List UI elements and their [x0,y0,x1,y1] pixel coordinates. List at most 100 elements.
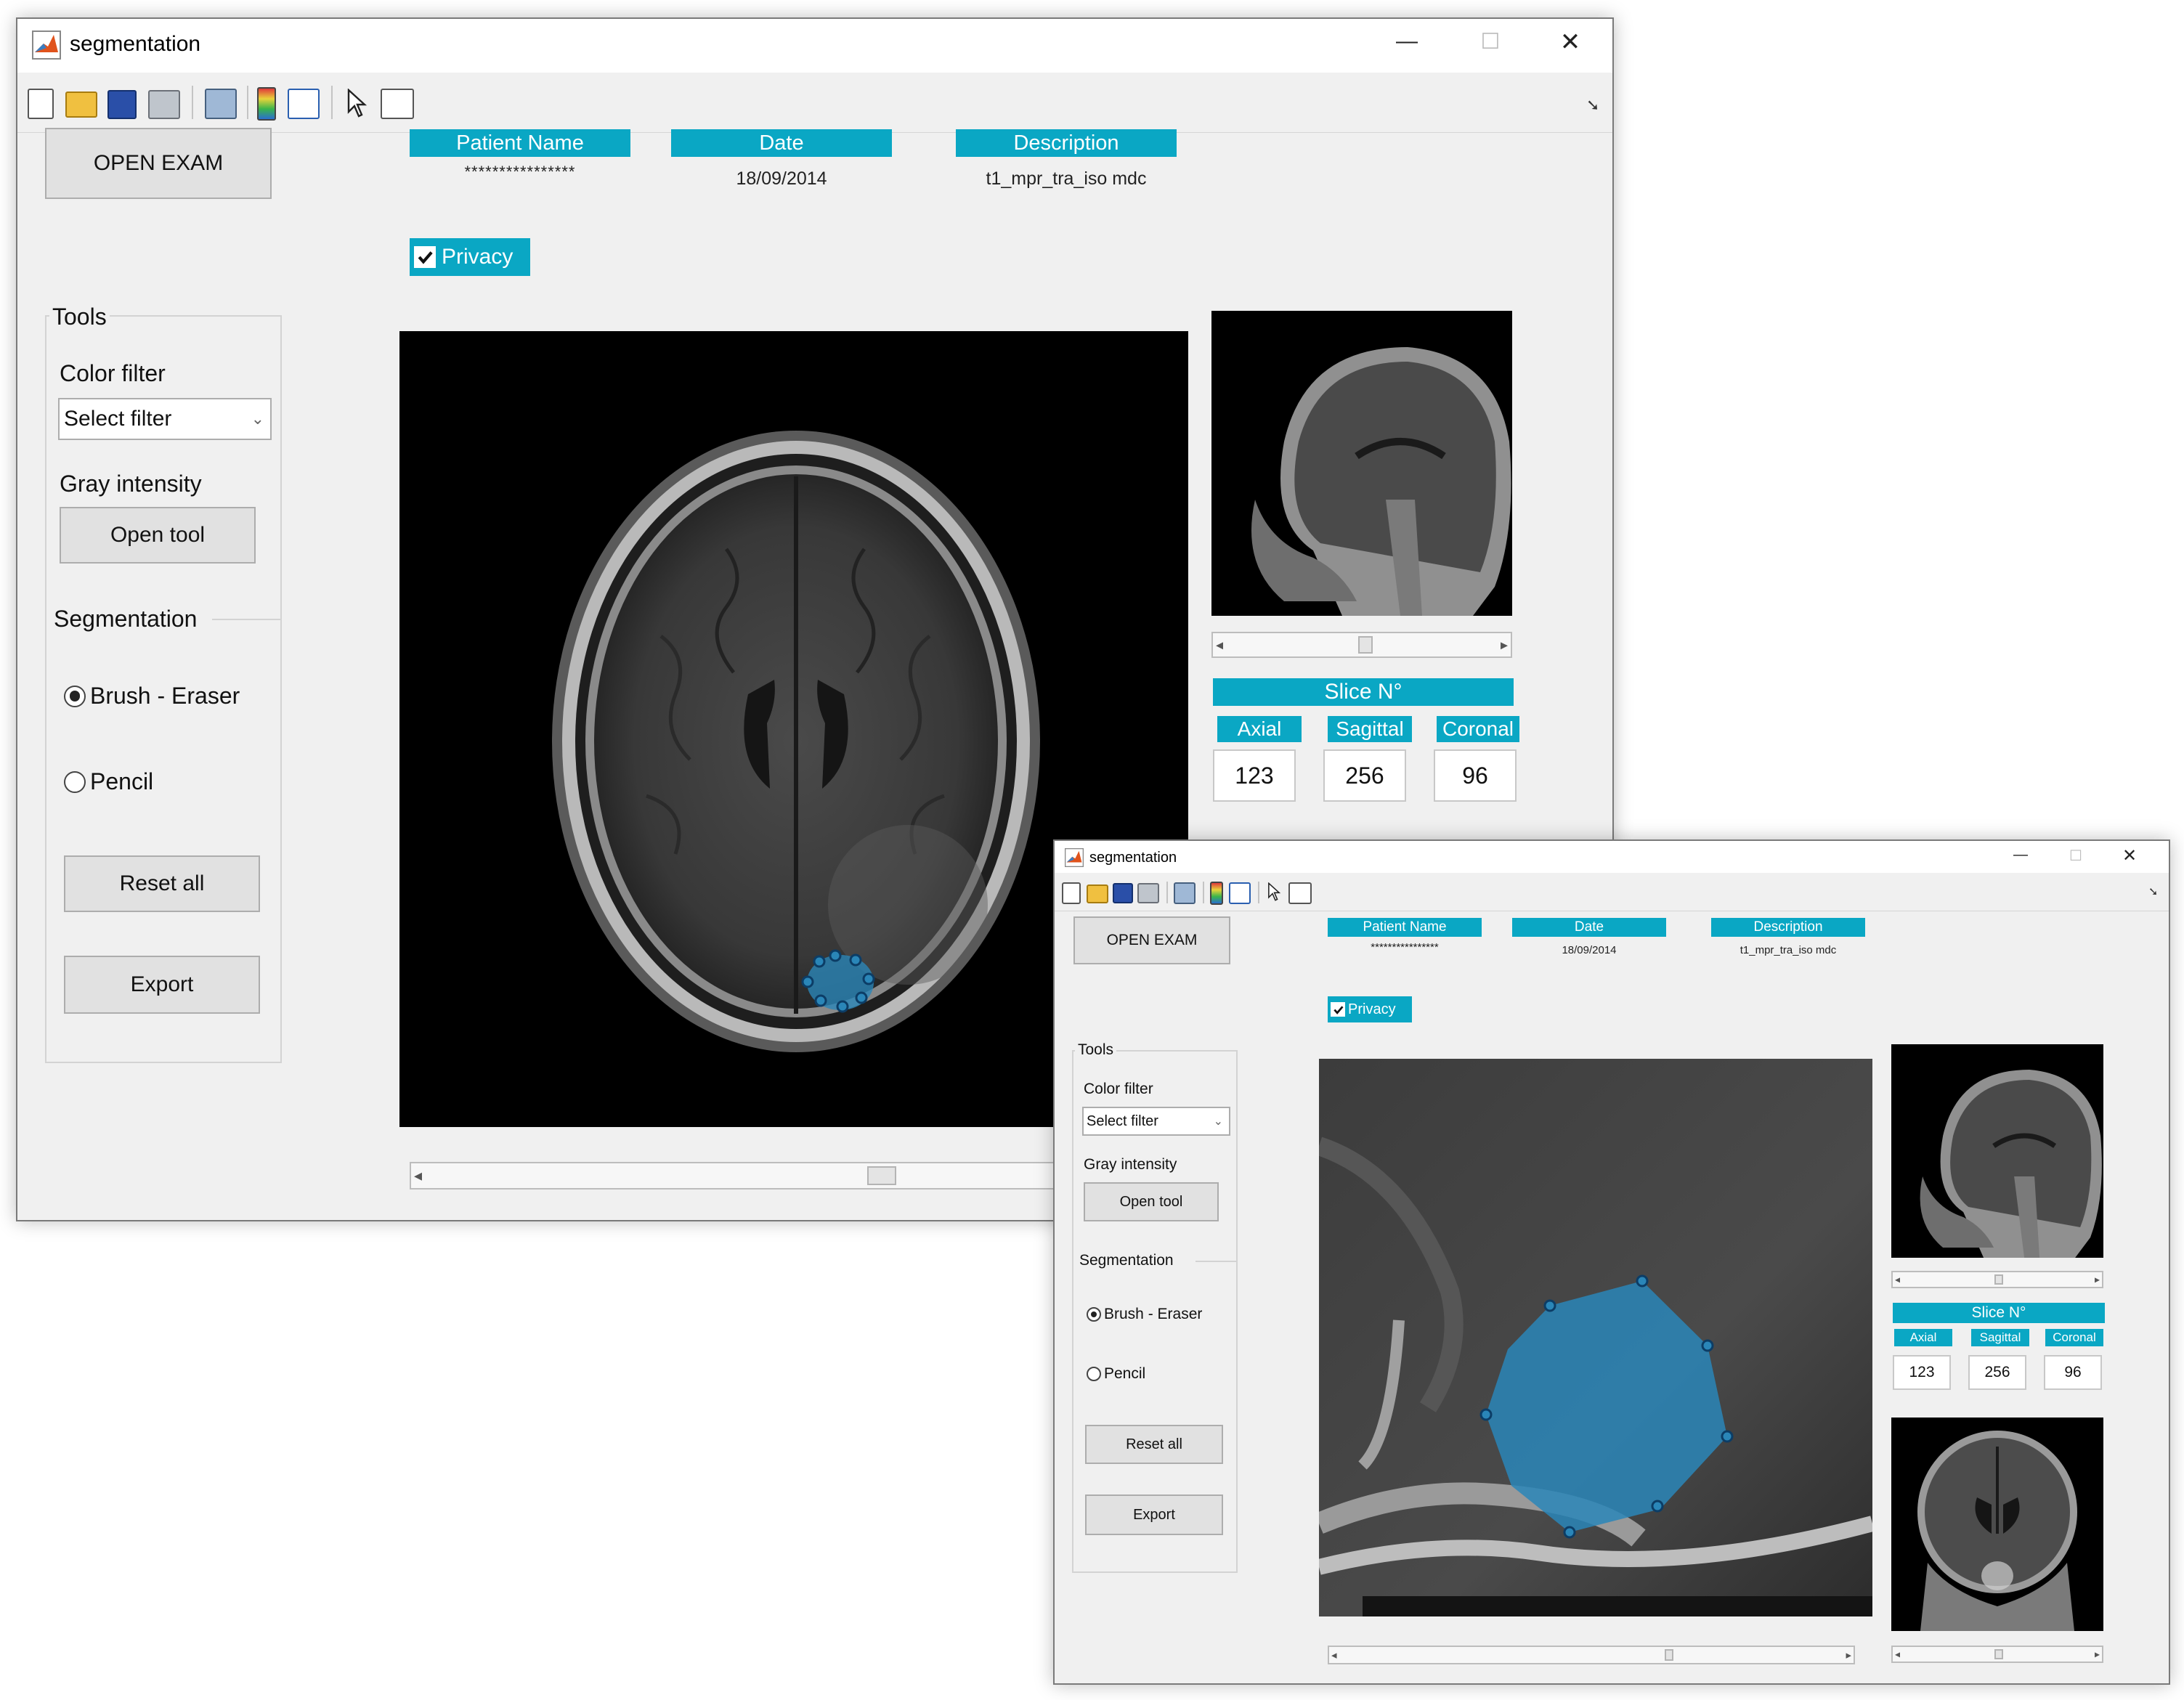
print-preview-icon[interactable] [1174,882,1195,904]
pointer-icon[interactable] [1267,882,1281,901]
open-tool-button[interactable]: Open tool [60,507,256,564]
color-filter-select[interactable]: Select filter ⌄ [58,398,272,440]
property-inspector-icon[interactable] [381,89,414,119]
new-file-icon[interactable] [28,89,54,119]
reset-all-button[interactable]: Reset all [1085,1425,1223,1464]
figure-toolbar: ➘ [1055,873,2169,911]
maximize-button[interactable]: ☐ [1470,29,1511,54]
segmentation-window-zoomed: segmentation — ☐ ✕ ➘ OPEN EXAM Patient N… [1053,839,2170,1685]
description-label: Description [956,129,1177,157]
sagittal-image-view[interactable] [1891,1044,2103,1258]
scroll-right-icon[interactable]: ▸ [1501,636,1508,654]
radio-selected-icon[interactable] [64,685,86,707]
coronal-slice-input[interactable]: 96 [1434,749,1517,802]
figure-toolbar: ➘ [17,73,1612,133]
sagittal-mri-image[interactable] [1211,311,1512,616]
radio-unselected-icon[interactable] [1087,1367,1101,1381]
title-bar[interactable]: segmentation — ☐ ✕ [1055,841,2169,873]
close-button[interactable]: ✕ [1550,28,1591,57]
reset-all-button[interactable]: Reset all [64,855,260,912]
sagittal-image-view[interactable] [1211,311,1512,616]
new-file-icon[interactable] [1062,882,1081,904]
scroll-thumb[interactable] [1994,1649,2003,1659]
colorbar-icon[interactable] [1210,882,1223,905]
sagittal-slice-scrollbar[interactable]: ◂ ▸ [1891,1271,2103,1288]
scroll-right-icon[interactable]: ▸ [1846,1648,1851,1662]
color-filter-select[interactable]: Select filter ⌄ [1082,1107,1230,1136]
pencil-radio[interactable]: Pencil [1087,1365,1145,1383]
scroll-thumb[interactable] [867,1166,896,1185]
scroll-left-icon[interactable]: ◂ [1895,1648,1900,1661]
date-label: Date [1512,918,1666,937]
colorbar-icon[interactable] [257,87,276,121]
brush-eraser-radio[interactable]: Brush - Eraser [1087,1306,1202,1323]
scroll-left-icon[interactable]: ◂ [414,1166,422,1185]
chevron-down-icon[interactable]: ⌄ [251,410,264,428]
minimize-button[interactable]: — [2006,847,2035,863]
close-button[interactable]: ✕ [2115,845,2144,866]
toolbar-separator [247,86,248,119]
save-icon[interactable] [107,90,137,119]
coronal-slice-scrollbar[interactable]: ◂ ▸ [1891,1646,2103,1663]
toolbar-overflow-icon[interactable]: ➘ [2148,884,2158,899]
minimize-button[interactable]: — [1387,29,1427,54]
sagittal-slice-input[interactable]: 256 [1323,749,1406,802]
scroll-left-icon[interactable]: ◂ [1216,636,1223,654]
zoomed-axial-scrollbar[interactable]: ◂ ▸ [1328,1646,1855,1664]
pencil-radio[interactable]: Pencil [64,768,153,795]
privacy-checkbox[interactable]: Privacy [410,238,530,276]
sagittal-mri-image[interactable] [1891,1044,2103,1258]
coronal-label: Coronal [1437,716,1519,742]
scroll-left-icon[interactable]: ◂ [1895,1274,1900,1286]
chevron-down-icon[interactable]: ⌄ [1214,1114,1223,1128]
matlab-logo-icon [1065,848,1084,867]
open-tool-button[interactable]: Open tool [1084,1182,1219,1221]
tools-title: Tools [1075,1041,1117,1059]
open-folder-icon[interactable] [1087,884,1108,903]
tools-title: Tools [49,304,110,330]
scroll-thumb[interactable] [1665,1649,1673,1661]
axial-slice-input[interactable]: 123 [1893,1355,1951,1390]
zoomed-axial-mri-image[interactable] [1319,1059,1872,1616]
print-preview-icon[interactable] [205,89,237,119]
property-inspector-icon[interactable] [1288,882,1312,904]
radio-unselected-icon[interactable] [64,770,86,793]
coronal-image-view[interactable] [1891,1418,2103,1631]
open-exam-button[interactable]: OPEN EXAM [1073,916,1230,964]
print-icon[interactable] [1137,883,1159,903]
coronal-slice-input[interactable]: 96 [2044,1355,2102,1390]
title-bar[interactable]: segmentation — ☐ ✕ [17,19,1612,73]
scroll-left-icon[interactable]: ◂ [1331,1648,1337,1662]
legend-icon[interactable] [288,89,320,119]
axial-slice-input[interactable]: 123 [1213,749,1296,802]
maximize-button[interactable]: ☐ [2061,847,2090,865]
export-button[interactable]: Export [1085,1494,1223,1535]
sagittal-slice-input[interactable]: 256 [1968,1355,2026,1390]
scroll-right-icon[interactable]: ▸ [2095,1648,2100,1661]
zoomed-axial-image-view[interactable] [1319,1059,1872,1616]
color-filter-value: Select filter [64,407,172,431]
slice-number-title: Slice N° [1213,678,1514,706]
coronal-mri-image[interactable] [1891,1418,2103,1631]
scroll-thumb[interactable] [1358,636,1373,654]
print-icon[interactable] [148,90,180,119]
open-folder-icon[interactable] [65,91,97,118]
privacy-check-icon[interactable] [1331,1002,1345,1017]
export-button[interactable]: Export [64,956,260,1014]
scroll-thumb[interactable] [1994,1274,2003,1285]
privacy-checkbox[interactable]: Privacy [1328,996,1412,1022]
color-filter-label: Color filter [60,360,166,386]
toolbar-overflow-icon[interactable]: ➘ [1586,96,1599,115]
color-filter-value: Select filter [1087,1113,1158,1129]
privacy-label: Privacy [442,245,513,269]
save-icon[interactable] [1113,883,1133,903]
privacy-check-icon[interactable] [414,246,436,268]
open-exam-button[interactable]: OPEN EXAM [45,128,272,199]
scroll-right-icon[interactable]: ▸ [2095,1274,2100,1286]
radio-selected-icon[interactable] [1087,1307,1101,1322]
segmentation-divider [212,619,280,620]
legend-icon[interactable] [1229,882,1251,904]
pointer-icon[interactable] [346,89,368,118]
sagittal-slice-scrollbar[interactable]: ◂ ▸ [1211,632,1512,658]
brush-eraser-radio[interactable]: Brush - Eraser [64,683,240,709]
